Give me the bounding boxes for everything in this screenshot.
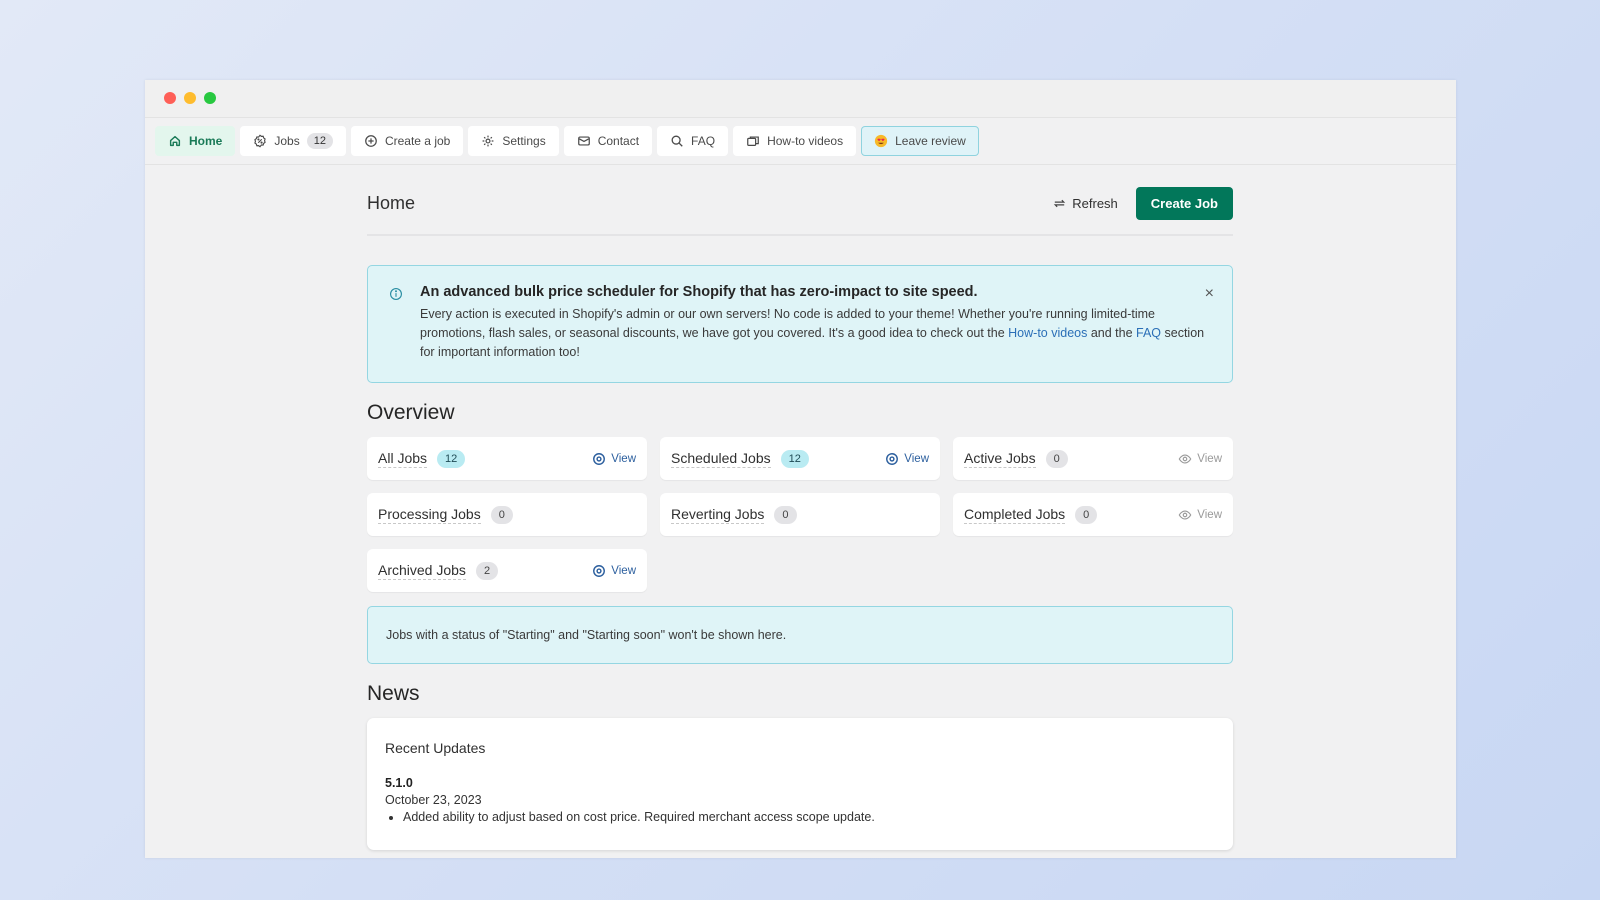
nav-home-label: Home (189, 134, 223, 148)
eye-icon (593, 452, 606, 465)
nav-leave-review-label: Leave review (895, 134, 966, 148)
gear-icon (482, 135, 494, 147)
nav-jobs[interactable]: Jobs 12 (240, 126, 346, 156)
card-label[interactable]: All Jobs (378, 450, 428, 468)
banner-text-2: and the (1087, 326, 1137, 340)
plus-circle-icon (365, 135, 377, 147)
view-label: View (904, 452, 929, 465)
view-archived-jobs-button[interactable]: View (592, 564, 636, 578)
nav-how-to-videos-label: How-to videos (767, 134, 844, 148)
news-heading: Recent Updates (385, 740, 486, 756)
create-job-button[interactable]: Create Job (1135, 186, 1233, 220)
nav-how-to-videos[interactable]: How-to videos (733, 126, 857, 156)
eye-icon (1178, 509, 1192, 520)
count-badge: 0 (490, 505, 513, 524)
info-banner: × An advanced bulk price scheduler for S… (367, 265, 1233, 383)
card-reverting-jobs: Reverting Jobs 0 (660, 493, 940, 536)
maximize-window-button[interactable] (204, 92, 216, 104)
status-note: Jobs with a status of "Starting" and "St… (367, 606, 1233, 664)
refresh-button[interactable]: Refresh (1048, 190, 1122, 217)
news-list: Added ability to adjust based on cost pr… (385, 810, 1215, 824)
banner-body: Every action is executed in Shopify's ad… (420, 305, 1212, 362)
news-date: October 23, 2023 (385, 793, 482, 807)
heart-eyes-emoji-icon (874, 134, 888, 148)
app-window: Home Jobs 12 Create a job Settings Conta… (145, 80, 1456, 858)
videos-icon (747, 136, 759, 146)
news-title: News (367, 682, 420, 705)
nav-jobs-label: Jobs (274, 134, 300, 148)
view-scheduled-jobs-button[interactable]: View (885, 452, 929, 466)
nav-settings-label: Settings (502, 134, 546, 148)
nav-home[interactable]: Home (155, 126, 236, 156)
card-archived-jobs: Archived Jobs 2 View (367, 549, 647, 592)
nav-contact-label: Contact (597, 134, 640, 148)
view-label: View (1197, 508, 1222, 521)
eye-icon (886, 452, 899, 465)
count-badge: 0 (774, 505, 797, 524)
overview-title: Overview (367, 401, 455, 424)
nav-leave-review[interactable]: Leave review (861, 126, 979, 156)
close-banner-button[interactable]: × (1205, 286, 1214, 302)
count-badge: 12 (780, 449, 809, 468)
minimize-window-button[interactable] (184, 92, 196, 104)
card-label[interactable]: Archived Jobs (378, 562, 466, 580)
how-to-videos-link[interactable]: How-to videos (1008, 326, 1087, 340)
page-title: Home (367, 192, 416, 213)
nav-create-job-label: Create a job (384, 134, 451, 148)
search-icon (671, 135, 683, 147)
header-actions: Refresh Create Job (1048, 186, 1233, 220)
nav-create-job[interactable]: Create a job (350, 126, 464, 156)
news-card: Recent Updates 5.1.0 October 23, 2023 Ad… (367, 718, 1233, 850)
refresh-label: Refresh (1072, 195, 1118, 211)
card-active-jobs: Active Jobs 0 View (953, 437, 1233, 480)
view-active-jobs-button[interactable]: View (1178, 452, 1222, 466)
refresh-icon (1054, 199, 1066, 207)
nav-jobs-badge: 12 (306, 133, 333, 149)
info-icon (390, 288, 402, 300)
view-completed-jobs-button[interactable]: View (1178, 508, 1222, 522)
nav-contact[interactable]: Contact (563, 126, 653, 156)
card-label[interactable]: Active Jobs (964, 450, 1036, 468)
card-label[interactable]: Scheduled Jobs (671, 450, 771, 468)
home-icon (169, 135, 181, 147)
news-version: 5.1.0 (385, 776, 413, 790)
card-label[interactable]: Processing Jobs (378, 506, 481, 524)
percent-badge-icon (254, 134, 267, 148)
page-header: Home Refresh Create Job (367, 176, 1233, 236)
main-content: Home Refresh Create Job × An advanced bu… (367, 176, 1233, 850)
eye-icon (593, 564, 606, 577)
count-badge: 12 (437, 449, 466, 468)
card-all-jobs: All Jobs 12 View (367, 437, 647, 480)
nav-faq-label: FAQ (691, 134, 716, 148)
card-processing-jobs: Processing Jobs 0 (367, 493, 647, 536)
close-window-button[interactable] (164, 92, 176, 104)
view-label: View (611, 564, 636, 577)
view-all-jobs-button[interactable]: View (592, 452, 636, 466)
mail-icon (577, 136, 590, 146)
view-label: View (611, 452, 636, 465)
count-badge: 2 (475, 561, 499, 580)
news-item: Added ability to adjust based on cost pr… (403, 810, 1215, 824)
card-label[interactable]: Completed Jobs (964, 506, 1066, 524)
count-badge: 0 (1045, 449, 1068, 468)
card-scheduled-jobs: Scheduled Jobs 12 View (660, 437, 940, 480)
card-label[interactable]: Reverting Jobs (671, 506, 765, 524)
nav-faq[interactable]: FAQ (657, 126, 729, 156)
eye-icon (1178, 453, 1192, 464)
top-nav: Home Jobs 12 Create a job Settings Conta… (145, 118, 1456, 165)
card-completed-jobs: Completed Jobs 0 View (953, 493, 1233, 536)
overview-grid: All Jobs 12 View Scheduled Jobs 12 View Ac… (367, 437, 1233, 592)
banner-title: An advanced bulk price scheduler for Sho… (420, 284, 978, 300)
nav-settings[interactable]: Settings (468, 126, 559, 156)
count-badge: 0 (1075, 505, 1098, 524)
window-titlebar (145, 80, 1456, 118)
faq-link[interactable]: FAQ (1136, 326, 1161, 340)
view-label: View (1197, 452, 1222, 465)
